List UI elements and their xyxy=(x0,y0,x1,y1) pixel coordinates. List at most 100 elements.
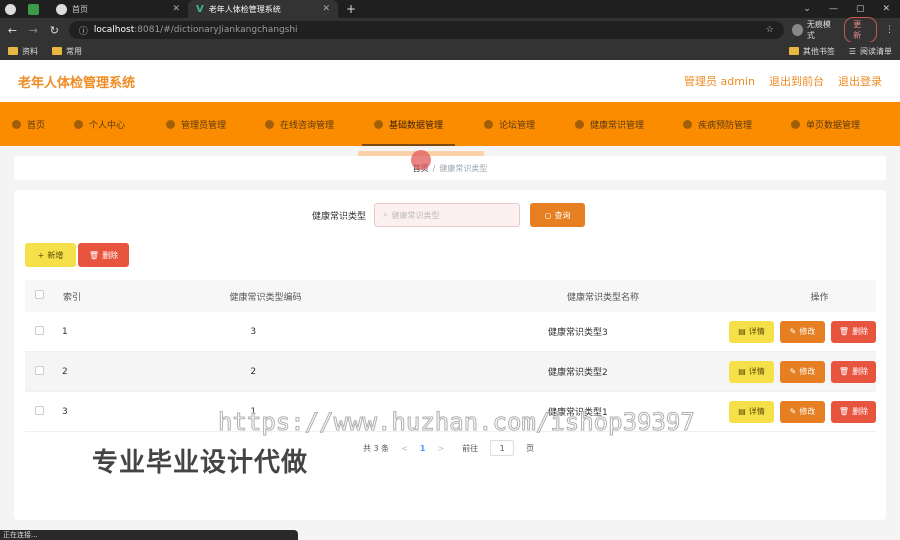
nav-label: 论坛管理 xyxy=(499,120,536,131)
trash-icon: 🗑 xyxy=(88,250,100,260)
page-suffix: 页 xyxy=(526,443,535,453)
bookmark-folder[interactable]: 资料 xyxy=(8,46,38,57)
info-icon[interactable]: ⓘ xyxy=(79,24,88,37)
cell-code: 3 xyxy=(250,326,257,337)
close-icon[interactable]: ✕ xyxy=(322,4,330,14)
back-icon[interactable]: ← xyxy=(6,24,19,37)
browser-tab[interactable] xyxy=(0,0,22,18)
delete-button[interactable]: 🗑 删除 xyxy=(831,320,876,343)
nav-item-admin[interactable]: 管理员管理 xyxy=(166,102,226,146)
plus-icon: + xyxy=(37,250,45,260)
nav-item-disease-prevention[interactable]: 疾病预防管理 xyxy=(683,102,752,146)
row-checkbox[interactable] xyxy=(35,325,44,335)
chevron-down-icon[interactable]: ⌄ xyxy=(803,4,811,14)
menu-dots-icon[interactable]: ⋮ xyxy=(885,25,894,35)
app-title: 老年人体检管理系统 xyxy=(18,75,136,91)
select-all-checkbox[interactable] xyxy=(35,290,44,299)
button-label: 新增 xyxy=(47,250,64,260)
nav-item-health-knowledge[interactable]: 健康常识管理 xyxy=(575,102,644,146)
close-icon[interactable]: ✕ xyxy=(172,4,180,14)
reload-icon[interactable]: ↻ xyxy=(48,24,61,37)
other-bookmarks[interactable]: 其他书签 xyxy=(788,46,835,57)
search-input[interactable]: ⌕ 健康常识类型 xyxy=(374,203,521,227)
browser-tab-home[interactable]: 首页 ✕ xyxy=(48,0,188,18)
nav-label: 在线咨询管理 xyxy=(280,120,335,131)
detail-button[interactable]: ▤ 详情 xyxy=(729,320,774,343)
table-row: 2 2 健康常识类型2 ▤ 详情 ✎ 修改 🗑 删除 xyxy=(25,352,876,392)
goto-label: 前往 xyxy=(462,443,479,453)
cell-actions: ▤ 详情 ✎ 修改 🗑 删除 xyxy=(729,400,876,423)
nav-item-forum[interactable]: 论坛管理 xyxy=(484,102,535,146)
window-controls: ⌄ — ▢ ✕ xyxy=(803,4,900,14)
browser-tab-active[interactable]: V 老年人体检管理系统 ✕ xyxy=(188,0,338,18)
url-path: :8081/#/dictionaryJiankangchangshi xyxy=(134,25,298,35)
book-icon xyxy=(575,119,584,129)
reading-list[interactable]: ☰ 阅读清单 xyxy=(849,46,892,57)
nav-item-single-page[interactable]: 单页数据管理 xyxy=(791,102,860,146)
batch-delete-button[interactable]: 🗑 删除 xyxy=(78,243,129,267)
button-label: 删除 xyxy=(852,407,869,416)
edit-button[interactable]: ✎ 修改 xyxy=(780,400,825,423)
detail-button[interactable]: ▤ 详情 xyxy=(729,400,774,423)
bookmark-folder[interactable]: 常用 xyxy=(52,46,82,57)
document-icon: ▤ xyxy=(738,327,746,336)
nav-item-home[interactable]: 首页 xyxy=(12,102,45,146)
header-actions: 操作 xyxy=(810,292,829,303)
tab-label: 首页 xyxy=(72,4,88,14)
pagination: 共 3 条 < 1 > 前往 1 页 xyxy=(363,440,534,456)
edit-button[interactable]: ✎ 修改 xyxy=(780,360,825,383)
button-label: 修改 xyxy=(799,367,816,376)
document-icon: ▤ xyxy=(738,407,746,416)
prev-page-button[interactable]: < xyxy=(401,444,408,453)
incognito-profile[interactable]: 无痕模式 xyxy=(791,19,836,41)
next-page-button[interactable]: > xyxy=(437,444,444,453)
cell-actions: ▤ 详情 ✎ 修改 🗑 删除 xyxy=(729,320,876,343)
button-label: 详情 xyxy=(748,367,765,376)
cell-index: 3 xyxy=(62,406,68,417)
nav-label: 个人中心 xyxy=(89,120,126,131)
row-checkbox[interactable] xyxy=(35,405,44,415)
browser-tab[interactable] xyxy=(22,0,48,18)
nav-label: 健康常识管理 xyxy=(590,120,645,131)
database-icon xyxy=(374,119,383,129)
exit-to-frontend-link[interactable]: 退出到前台 xyxy=(769,73,824,89)
close-icon[interactable]: ✕ xyxy=(882,4,890,14)
search-button[interactable]: ○ 查询 xyxy=(530,203,586,227)
goto-page-input[interactable]: 1 xyxy=(490,440,515,456)
delete-button[interactable]: 🗑 删除 xyxy=(831,400,876,423)
row-select-cell xyxy=(25,405,52,418)
home-icon xyxy=(12,119,21,129)
logout-link[interactable]: 退出登录 xyxy=(838,73,882,89)
button-label: 详情 xyxy=(748,407,765,416)
delete-button[interactable]: 🗑 删除 xyxy=(831,360,876,383)
detail-button[interactable]: ▤ 详情 xyxy=(729,360,774,383)
forward-icon[interactable]: → xyxy=(27,24,40,37)
bookmark-label: 阅读清单 xyxy=(860,46,892,56)
edit-icon: ✎ xyxy=(789,327,797,336)
star-icon[interactable]: ☆ xyxy=(766,25,774,35)
row-select-cell xyxy=(25,325,52,338)
new-tab-button[interactable]: + xyxy=(338,0,364,18)
folder-icon xyxy=(52,47,62,55)
row-checkbox[interactable] xyxy=(35,365,44,375)
maximize-icon[interactable]: ▢ xyxy=(856,4,865,14)
url-input[interactable]: ⓘ localhost:8081/#/dictionaryJiankangcha… xyxy=(68,21,784,39)
nav-item-consult[interactable]: 在线咨询管理 xyxy=(265,102,334,146)
nav-label: 基础数据管理 xyxy=(389,120,444,131)
add-button[interactable]: + 新增 xyxy=(25,243,76,267)
update-button[interactable]: 更新 xyxy=(844,17,877,43)
minimize-icon[interactable]: — xyxy=(829,4,838,14)
search-form: 健康常识类型 ⌕ 健康常识类型 ○ 查询 xyxy=(312,203,586,227)
nav-item-profile[interactable]: 个人中心 xyxy=(74,102,125,146)
button-label: 查询 xyxy=(554,210,571,220)
url-host: localhost xyxy=(93,25,135,35)
admin-user-link[interactable]: 管理员 admin xyxy=(684,73,755,89)
vue-logo-icon: V xyxy=(196,3,204,15)
trash-icon: 🗑 xyxy=(838,407,850,416)
admin-icon xyxy=(166,119,175,129)
nav-label: 首页 xyxy=(27,120,46,131)
page-number[interactable]: 1 xyxy=(420,444,426,453)
edit-button[interactable]: ✎ 修改 xyxy=(780,320,825,343)
folder-icon xyxy=(8,47,18,55)
nav-item-basic-data[interactable]: 基础数据管理 xyxy=(361,102,456,146)
